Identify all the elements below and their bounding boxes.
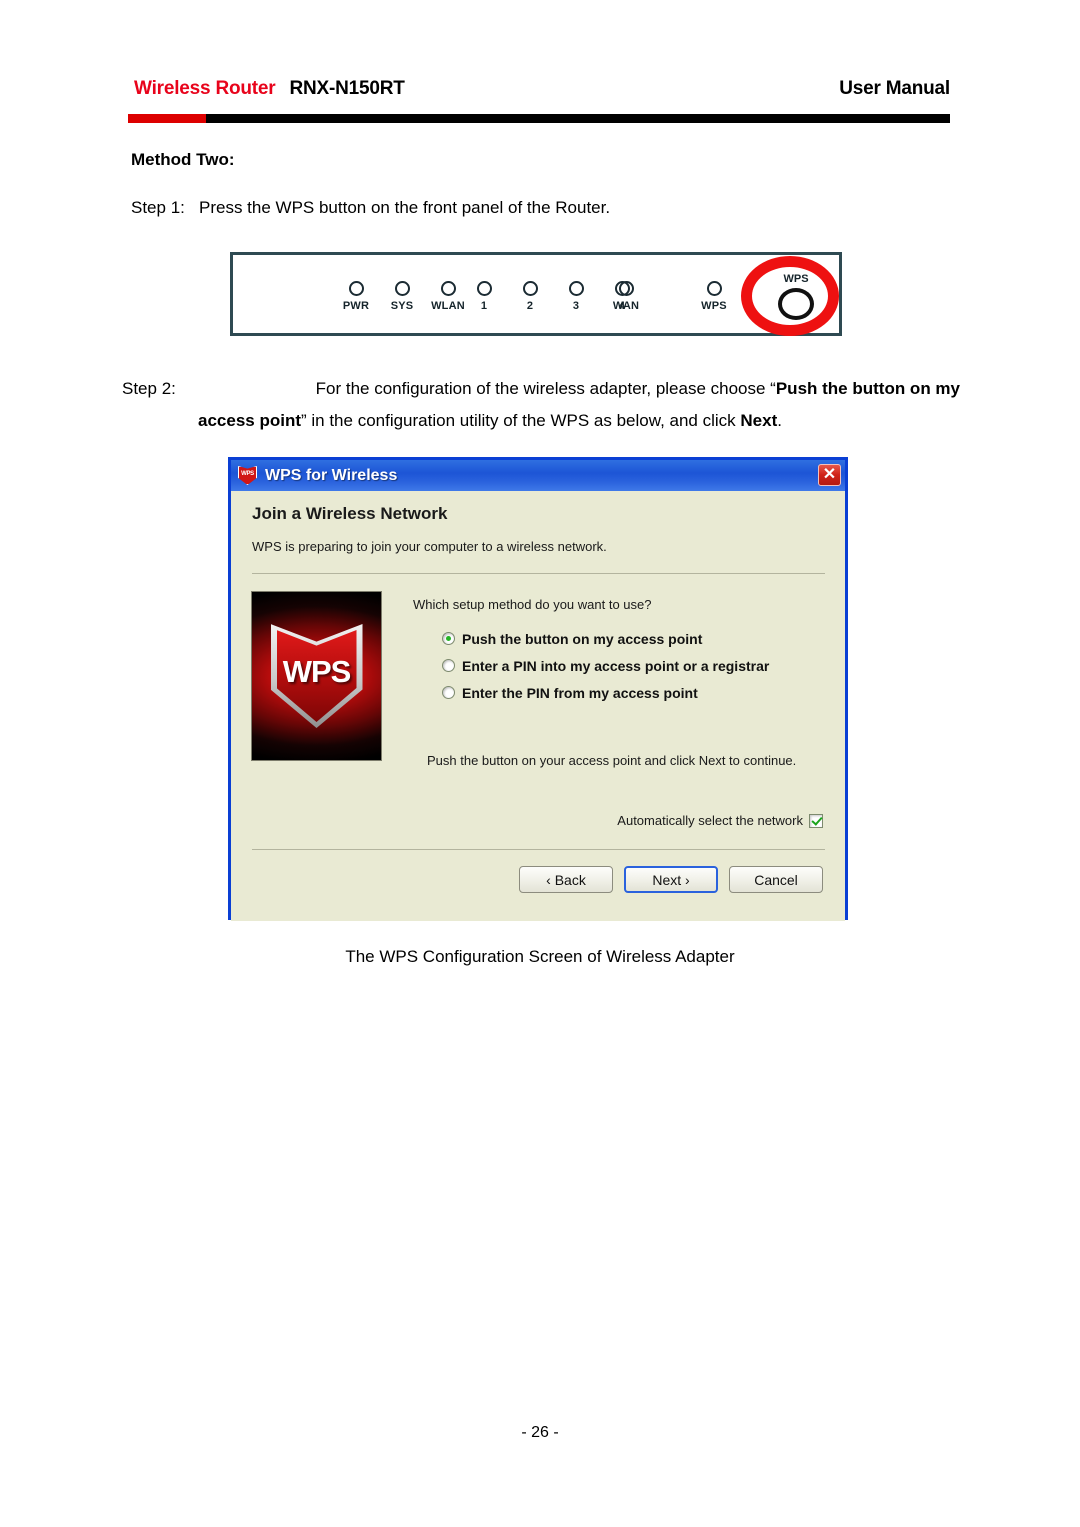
led-indicator-icon bbox=[618, 281, 634, 296]
wps-button-ring-icon bbox=[778, 288, 814, 320]
setup-method-radio-group: Push the button on my access point Enter… bbox=[442, 625, 769, 706]
next-button[interactable]: Next › bbox=[624, 866, 718, 893]
step-2-paragraph: Step 2: For the configuration of the wir… bbox=[122, 373, 960, 437]
wps-dialog-window: WPS WPS for Wireless ✕ Join a Wireless N… bbox=[228, 457, 848, 921]
dialog-button-bar: ‹ Back Next › Cancel bbox=[519, 866, 823, 893]
dialog-heading: Join a Wireless Network bbox=[252, 504, 448, 523]
led-indicator-icon bbox=[476, 281, 492, 296]
wps-shield-icon-label: WPS bbox=[241, 471, 254, 477]
step-1-text: Press the WPS button on the front panel … bbox=[199, 198, 611, 217]
step-2-line2-bold-start: access point bbox=[198, 411, 301, 430]
led-label: WAN bbox=[612, 300, 640, 312]
auto-select-network-checkbox-row[interactable]: Automatically select the network bbox=[617, 813, 823, 828]
router-front-panel-diagram: PWR SYS WLAN 1 2 3 4 WAN WPS WPS bbox=[230, 252, 842, 336]
wps-logo-shield: WPS bbox=[270, 624, 363, 728]
step-1-paragraph: Step 1: Press the WPS button on the front… bbox=[131, 198, 610, 218]
led-wan: WAN bbox=[603, 281, 649, 312]
dialog-title: WPS for Wireless bbox=[265, 466, 398, 484]
router-wps-button[interactable]: WPS bbox=[748, 273, 844, 320]
radio-option-label: Enter a PIN into my access point or a re… bbox=[462, 657, 770, 674]
wps-logo-label: WPS bbox=[282, 654, 352, 689]
step-2-line1-lead: For the configuration of the wireless ad… bbox=[315, 379, 776, 398]
setup-method-question: Which setup method do you want to use? bbox=[413, 597, 652, 612]
auto-select-network-label: Automatically select the network bbox=[617, 813, 803, 828]
step-2-line2: access point” in the configuration utili… bbox=[198, 405, 960, 437]
header-right-label: User Manual bbox=[839, 78, 950, 99]
method-heading: Method Two: bbox=[131, 150, 235, 169]
radio-button-icon bbox=[442, 632, 455, 645]
dialog-subtext: WPS is preparing to join your computer t… bbox=[252, 539, 607, 554]
wps-shield-icon: WPS bbox=[238, 466, 257, 485]
led-sys: SYS bbox=[379, 281, 425, 312]
radio-option-enter-pin-from-ap[interactable]: Enter the PIN from my access point bbox=[442, 679, 769, 706]
divider-top bbox=[252, 573, 825, 574]
radio-option-push-button[interactable]: Push the button on my access point bbox=[442, 625, 769, 652]
step-2-line2-end: . bbox=[777, 411, 782, 430]
radio-option-enter-pin-into-ap[interactable]: Enter a PIN into my access point or a re… bbox=[442, 652, 769, 679]
header-brand: Wireless Router bbox=[134, 78, 276, 99]
step-2-line2-mid: ” in the configuration utility of the WP… bbox=[301, 411, 741, 430]
dialog-hint-text: Push the button on your access point and… bbox=[427, 753, 797, 768]
led-lan-1: 1 bbox=[461, 281, 507, 312]
led-indicator-icon bbox=[440, 281, 456, 296]
wps-logo-image: WPS bbox=[251, 591, 382, 761]
led-indicator-icon bbox=[522, 281, 538, 296]
step-2-line2-bold-end: Next bbox=[740, 411, 778, 430]
dialog-titlebar[interactable]: WPS WPS for Wireless ✕ bbox=[231, 460, 845, 491]
led-label: 3 bbox=[572, 300, 580, 312]
dialog-body: Join a Wireless Network WPS is preparing… bbox=[231, 491, 845, 921]
led-indicator-icon bbox=[568, 281, 584, 296]
led-label: 2 bbox=[526, 300, 534, 312]
close-icon[interactable]: ✕ bbox=[818, 464, 841, 486]
checkbox-icon[interactable] bbox=[809, 813, 823, 828]
back-button[interactable]: ‹ Back bbox=[519, 866, 613, 893]
router-wps-button-label: WPS bbox=[783, 273, 809, 285]
led-wps: WPS bbox=[691, 281, 737, 312]
step-2-line1: For the configuration of the wireless ad… bbox=[316, 373, 960, 405]
radio-option-label: Enter the PIN from my access point bbox=[462, 684, 698, 701]
radio-option-label: Push the button on my access point bbox=[462, 630, 703, 647]
page-number: - 26 - bbox=[521, 1424, 559, 1441]
led-lan-3: 3 bbox=[553, 281, 599, 312]
led-indicator-icon bbox=[706, 281, 722, 296]
cancel-button[interactable]: Cancel bbox=[729, 866, 823, 893]
led-indicator-icon bbox=[348, 281, 364, 296]
led-label: 1 bbox=[480, 300, 488, 312]
page-header: Wireless Router RNX-N150RT User Manual bbox=[128, 78, 950, 124]
radio-button-icon bbox=[442, 686, 455, 699]
led-lan-2: 2 bbox=[507, 281, 553, 312]
led-group-status: PWR SYS WLAN bbox=[333, 281, 471, 312]
header-left-title: Wireless Router RNX-N150RT bbox=[134, 78, 405, 100]
led-group-network: WAN WPS bbox=[603, 281, 737, 312]
led-label: WPS bbox=[701, 300, 727, 312]
step-2-number: Step 2: bbox=[122, 379, 176, 398]
step-1-number: Step 1: bbox=[131, 198, 185, 217]
led-label: SYS bbox=[390, 300, 414, 312]
step-2-line1-bold: Push the button on my bbox=[775, 379, 960, 398]
header-rule bbox=[128, 114, 950, 123]
led-pwr: PWR bbox=[333, 281, 379, 312]
led-label: PWR bbox=[342, 300, 370, 312]
radio-button-icon bbox=[442, 659, 455, 672]
figure-caption: The WPS Configuration Screen of Wireless… bbox=[345, 947, 735, 966]
led-indicator-icon bbox=[394, 281, 410, 296]
header-rule-accent bbox=[128, 114, 206, 123]
header-model: RNX-N150RT bbox=[289, 78, 405, 99]
divider-bottom bbox=[252, 849, 825, 850]
